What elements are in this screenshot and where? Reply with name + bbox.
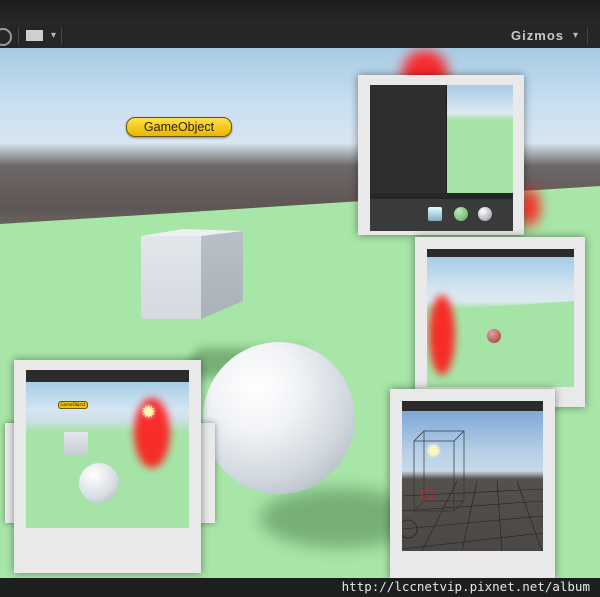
- chevron-down-icon: ▾: [51, 30, 57, 41]
- menu-line: [370, 105, 446, 110]
- sphere-asset-icon: [478, 207, 492, 221]
- mini-scene-view: [447, 85, 513, 193]
- cube-asset-icon: [428, 207, 442, 221]
- thumbnail-wireframe: ✹: [390, 389, 555, 579]
- sun-icon: ✹: [426, 441, 442, 462]
- editor-screenshot: ✹: [402, 401, 543, 551]
- project-panel: [370, 193, 513, 231]
- scene-toolbar: ▾ Gizmos ▾: [0, 0, 600, 49]
- sphere-object[interactable]: [203, 342, 355, 494]
- render-mode-button[interactable]: ▾: [18, 27, 62, 45]
- editor-screenshot: [370, 85, 513, 231]
- mini-sphere: [79, 463, 119, 503]
- watermark-url: http://lccnetvip.pixnet.net/album: [341, 579, 590, 594]
- wireframe-grid: [402, 430, 543, 551]
- editor-screenshot: GameObject ✹: [26, 370, 189, 528]
- gameobject-label[interactable]: GameObject: [126, 117, 232, 137]
- project-tabs: [370, 193, 513, 199]
- image-icon: [26, 30, 43, 41]
- toolbar-strip: [0, 26, 600, 49]
- create-menu: [370, 85, 447, 193]
- mini-sphere: [487, 329, 501, 343]
- thumbnail-editor-layout: [358, 75, 524, 235]
- gizmos-dropdown-icon[interactable]: ▾: [573, 30, 578, 41]
- mini-toolbar: [427, 249, 574, 257]
- gizmos-button[interactable]: Gizmos: [511, 28, 564, 43]
- sun-icon: ✹: [141, 402, 157, 423]
- toolbar-divider: [587, 27, 588, 45]
- thumbnail-point-light: [415, 237, 585, 407]
- editor-screenshot: [427, 249, 574, 387]
- sphere-asset-icon: [454, 207, 468, 221]
- mini-cube: [64, 432, 88, 456]
- light-gizmo-glow: [429, 295, 455, 375]
- cube-object[interactable]: [141, 236, 201, 319]
- thumbnail-scene: GameObject ✹: [14, 360, 201, 573]
- mini-gameobject-label: GameObject: [58, 401, 88, 409]
- mini-toolbar: [26, 370, 189, 378]
